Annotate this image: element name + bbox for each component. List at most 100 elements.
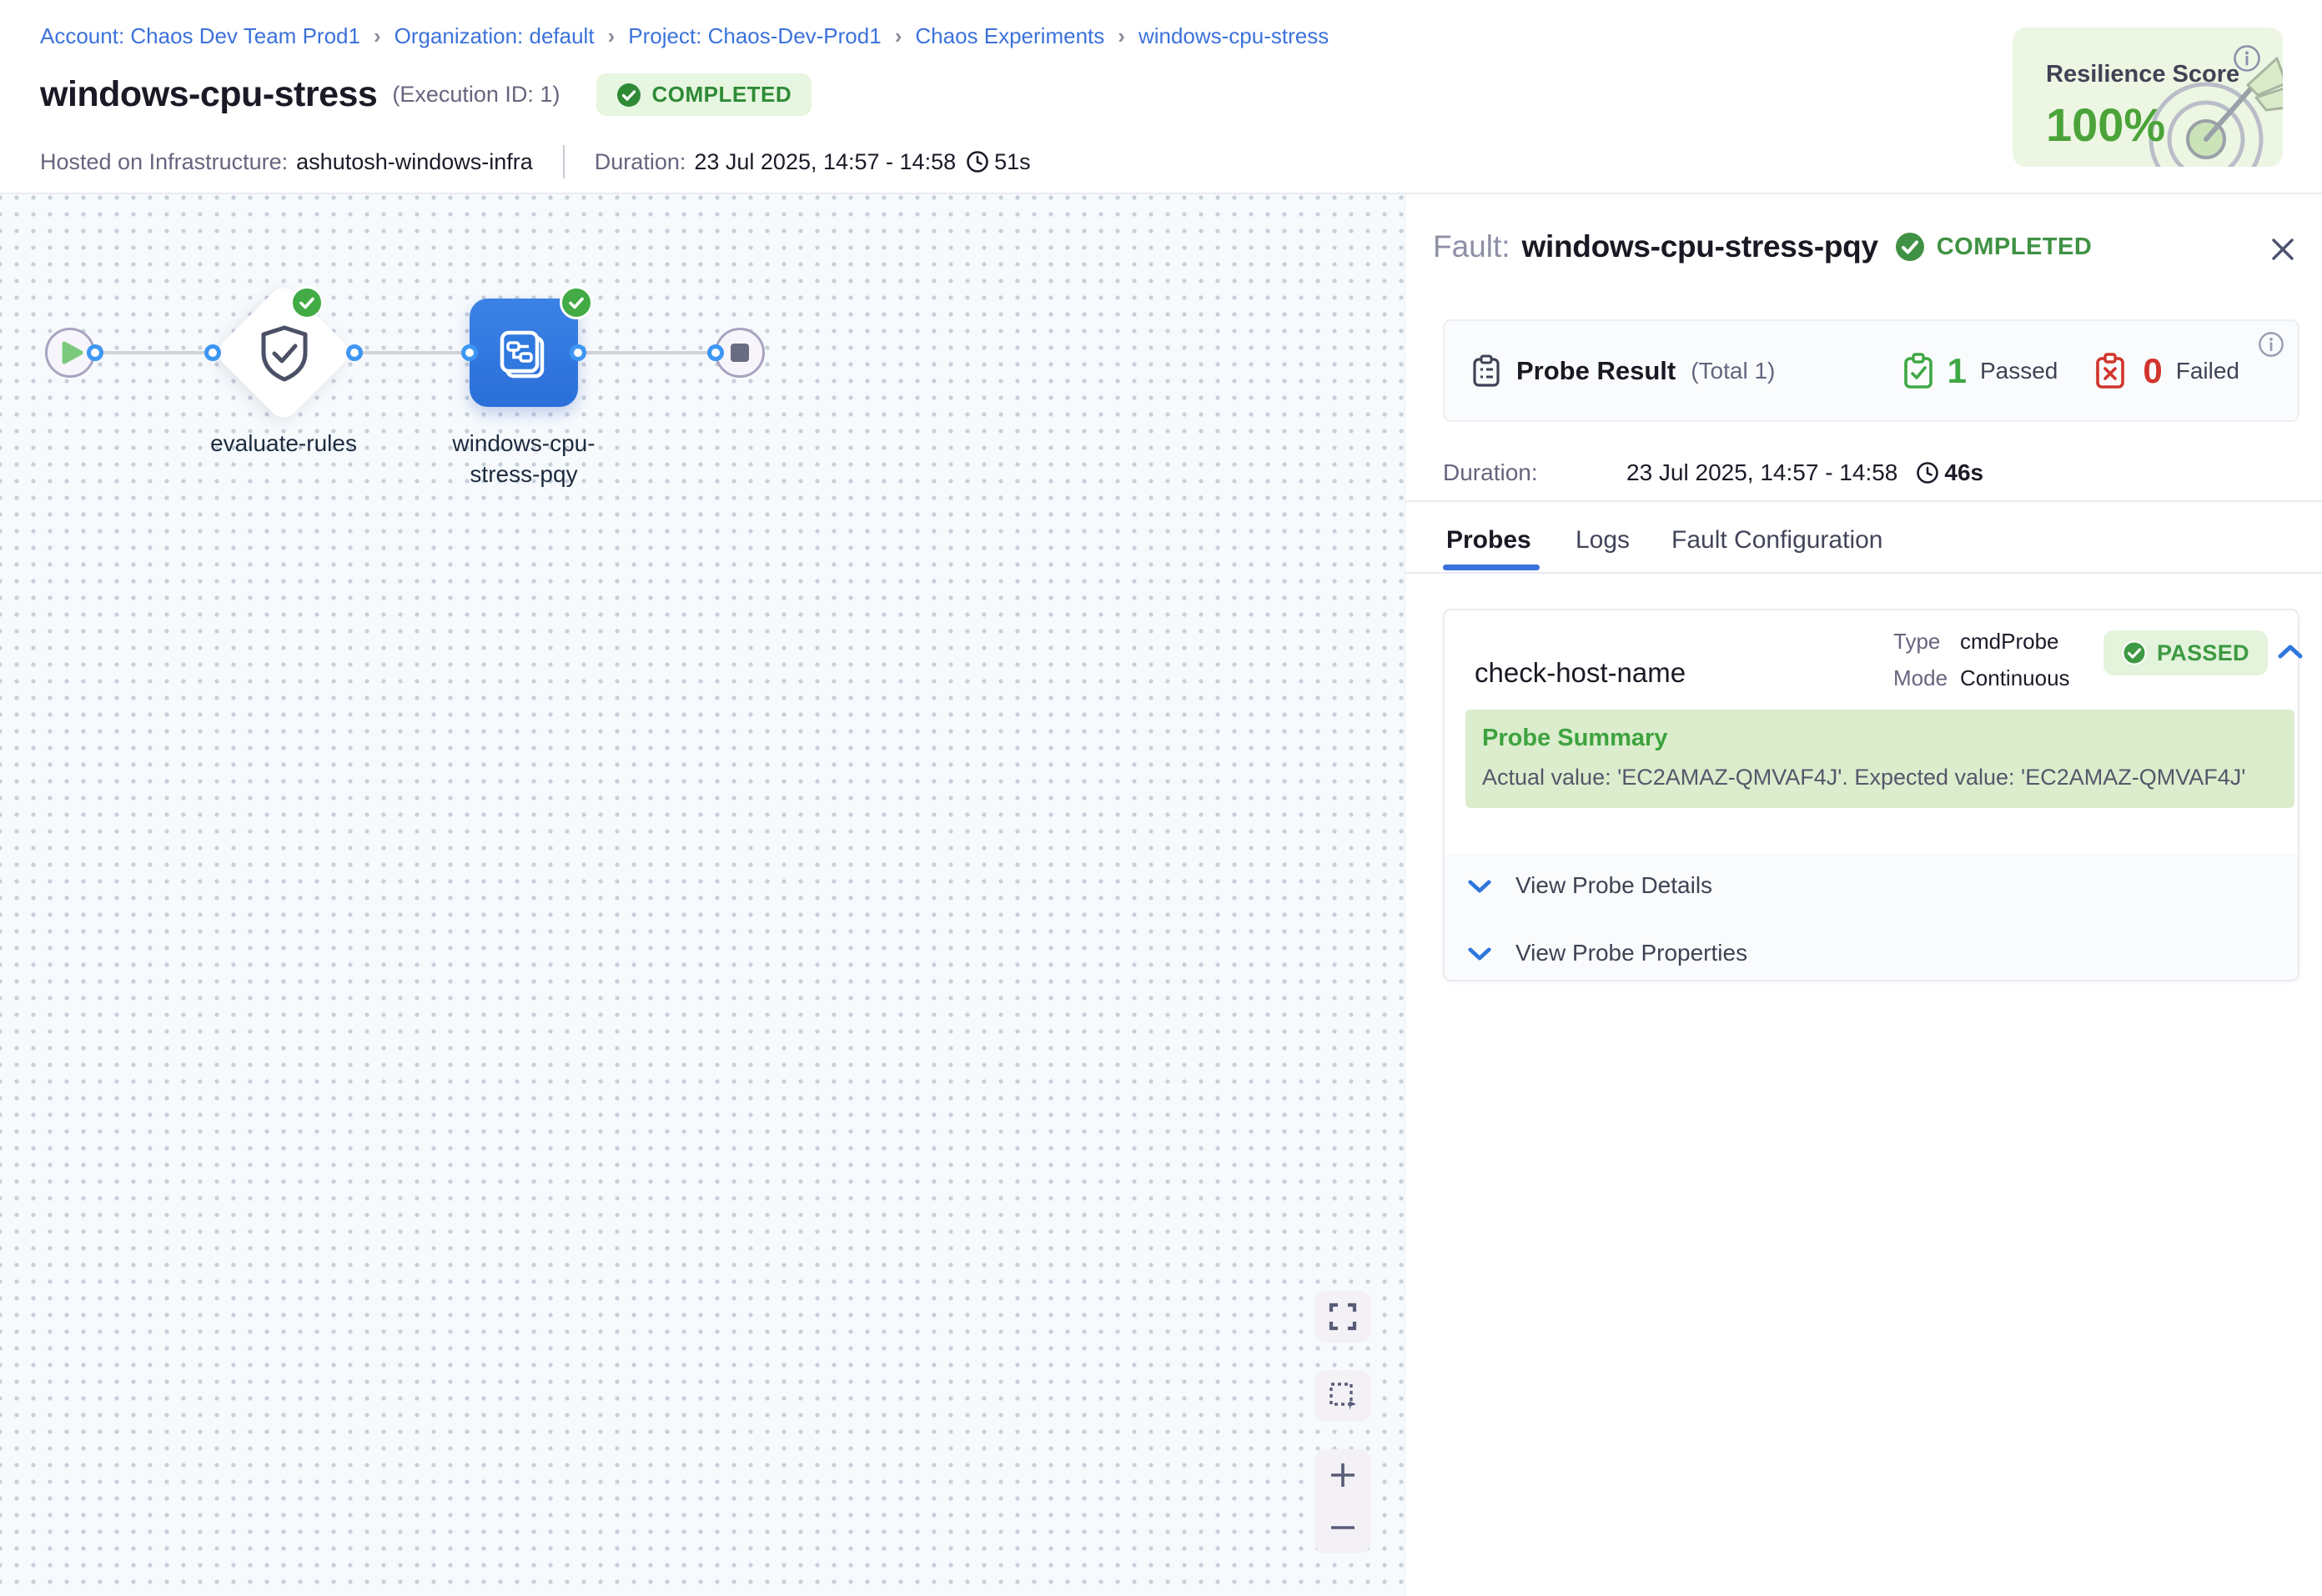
page-title: windows-cpu-stress bbox=[40, 74, 377, 115]
infra-label: Hosted on Infrastructure: bbox=[40, 149, 288, 175]
passed-label: Passed bbox=[1980, 358, 2058, 384]
connector-dot bbox=[461, 344, 478, 361]
subtitle-row: Hosted on Infrastructure: ashutosh-windo… bbox=[40, 145, 1031, 178]
duration-seconds: 51s bbox=[994, 149, 1031, 175]
breadcrumb-separator: › bbox=[374, 23, 381, 49]
status-badge: COMPLETED bbox=[596, 73, 812, 116]
clipboard-x-icon bbox=[2094, 353, 2126, 389]
zoom-in-button[interactable] bbox=[1314, 1452, 1371, 1498]
breadcrumb: Account: Chaos Dev Team Prod1 › Organiza… bbox=[40, 23, 1329, 49]
edge-evaluate-fault bbox=[354, 351, 471, 354]
clipboard-check-icon bbox=[1902, 353, 1934, 389]
failed-label: Failed bbox=[2176, 358, 2239, 384]
breadcrumb-separator: › bbox=[608, 23, 616, 49]
probe-result-left: Probe Result (Total 1) bbox=[1471, 321, 1775, 420]
tab-logs[interactable]: Logs bbox=[1576, 526, 1630, 555]
probe-result-total: (Total 1) bbox=[1691, 358, 1775, 384]
clipboard-icon bbox=[1471, 354, 1501, 388]
connector-dot bbox=[707, 344, 724, 361]
probe-result-counts: 1 Passed 0 Failed bbox=[1902, 321, 2239, 420]
view-probe-details-label: View Probe Details bbox=[1515, 872, 1712, 899]
fault-duration-seconds: 46s bbox=[1944, 459, 1983, 486]
breadcrumb-organization[interactable]: Organization: default bbox=[395, 23, 595, 49]
breadcrumb-separator: › bbox=[895, 23, 902, 49]
minus-icon bbox=[1328, 1513, 1358, 1543]
view-probe-details-toggle[interactable]: View Probe Details bbox=[1467, 872, 1712, 899]
clock-icon bbox=[1916, 461, 1939, 484]
fault-name: windows-cpu-stress-pqy bbox=[1522, 229, 1878, 264]
probe-status-badge: PASSED bbox=[2103, 630, 2268, 675]
stop-icon bbox=[731, 344, 749, 362]
resilience-score-card: Resilience Score 100% bbox=[2013, 28, 2283, 167]
resilience-score-label: Resilience Score bbox=[2046, 61, 2239, 88]
pipeline-canvas[interactable]: evaluate-rules windows-cpu- stress-pqy bbox=[0, 194, 1405, 1596]
duration-value: 23 Jul 2025, 14:57 - 14:58 bbox=[694, 149, 956, 175]
chaos-experiment-page: Account: Chaos Dev Team Prod1 › Organiza… bbox=[0, 0, 2322, 1596]
active-tab-underline bbox=[1443, 565, 1540, 570]
divider bbox=[1405, 500, 2322, 502]
zoom-out-button[interactable] bbox=[1314, 1504, 1371, 1551]
close-icon[interactable] bbox=[2266, 233, 2299, 270]
play-icon bbox=[62, 341, 83, 364]
probe-name: check-host-name bbox=[1475, 657, 1686, 689]
probe-result-card: Probe Result (Total 1) 1 Passed bbox=[1443, 319, 2299, 422]
passed-count: 1 bbox=[1948, 351, 1967, 391]
probe-summary-box: Probe Summary Actual value: 'EC2AMAZ-QMV… bbox=[1465, 710, 2294, 808]
probe-type-label: Type bbox=[1893, 629, 1940, 655]
probe-summary-text: Actual value: 'EC2AMAZ-QMVAF4J'. Expecte… bbox=[1482, 765, 2245, 790]
probe-mode-value: Continuous bbox=[1960, 665, 2070, 691]
plus-icon bbox=[1328, 1460, 1358, 1490]
info-icon[interactable] bbox=[2233, 44, 2261, 77]
fault-label: Fault: bbox=[1433, 229, 1510, 264]
chevron-down-icon bbox=[1467, 878, 1492, 894]
connector-dot bbox=[204, 344, 221, 361]
view-probe-properties-label: View Probe Properties bbox=[1515, 940, 1747, 966]
edge-fault-end bbox=[578, 351, 716, 354]
tab-probes[interactable]: Probes bbox=[1446, 526, 1531, 555]
connector-dot bbox=[346, 344, 363, 361]
fault-details-panel: Fault: windows-cpu-stress-pqy COMPLETED bbox=[1405, 194, 2322, 1596]
fault-duration-value: 23 Jul 2025, 14:57 - 14:58 bbox=[1626, 459, 1897, 486]
page-header: Account: Chaos Dev Team Prod1 › Organiza… bbox=[0, 0, 2322, 194]
connector-dot bbox=[87, 344, 103, 361]
breadcrumb-account[interactable]: Account: Chaos Dev Team Prod1 bbox=[40, 23, 360, 49]
evaluate-rules-label: evaluate-rules bbox=[158, 428, 409, 459]
resilience-score-value: 100% bbox=[2046, 98, 2165, 152]
probe-status-label: PASSED bbox=[2157, 640, 2249, 666]
failed-count: 0 bbox=[2143, 351, 2162, 391]
zoom-controls bbox=[1314, 1449, 1371, 1553]
breadcrumb-chaos-experiments[interactable]: Chaos Experiments bbox=[915, 23, 1104, 49]
breadcrumb-separator: › bbox=[1118, 23, 1125, 49]
duration-label: Duration: bbox=[595, 149, 686, 175]
probe-type-value: cmdProbe bbox=[1960, 629, 2059, 655]
tab-fault-configuration[interactable]: Fault Configuration bbox=[1671, 526, 1882, 555]
vertical-divider bbox=[563, 145, 565, 178]
selection-box-icon bbox=[1328, 1381, 1358, 1411]
experiment-icon bbox=[495, 324, 552, 381]
fault-header: Fault: windows-cpu-stress-pqy COMPLETED bbox=[1433, 229, 2092, 264]
breadcrumb-project[interactable]: Project: Chaos-Dev-Prod1 bbox=[628, 23, 881, 49]
info-icon[interactable] bbox=[2258, 331, 2284, 362]
clock-icon bbox=[966, 150, 989, 173]
fullscreen-button[interactable] bbox=[1314, 1291, 1371, 1343]
fault-duration-label: Duration: bbox=[1443, 459, 1626, 486]
fullscreen-icon bbox=[1329, 1302, 1357, 1331]
fault-duration-row: Duration: 23 Jul 2025, 14:57 - 14:58 46s bbox=[1443, 459, 1983, 486]
connector-dot bbox=[570, 344, 586, 361]
edge-start-evaluate bbox=[102, 351, 214, 354]
chevron-up-icon[interactable] bbox=[2277, 644, 2304, 660]
shield-check-icon bbox=[257, 324, 312, 387]
infra-value: ashutosh-windows-infra bbox=[296, 149, 533, 175]
probe-card-footer: View Probe Details View Probe Properties bbox=[1445, 854, 2298, 980]
selection-tool-button[interactable] bbox=[1314, 1370, 1371, 1422]
view-probe-properties-toggle[interactable]: View Probe Properties bbox=[1467, 940, 1747, 966]
probe-card: check-host-name Type cmdProbe Mode Conti… bbox=[1443, 609, 2299, 981]
breadcrumb-current: windows-cpu-stress bbox=[1138, 23, 1329, 49]
divider bbox=[1405, 572, 2322, 574]
fault-node[interactable] bbox=[470, 299, 578, 407]
chevron-down-icon bbox=[1467, 946, 1492, 961]
fault-node-label: windows-cpu- stress-pqy bbox=[399, 428, 649, 489]
status-badge-label: COMPLETED bbox=[651, 82, 792, 108]
probe-result-title: Probe Result bbox=[1516, 356, 1676, 386]
check-circle-icon bbox=[616, 83, 641, 108]
